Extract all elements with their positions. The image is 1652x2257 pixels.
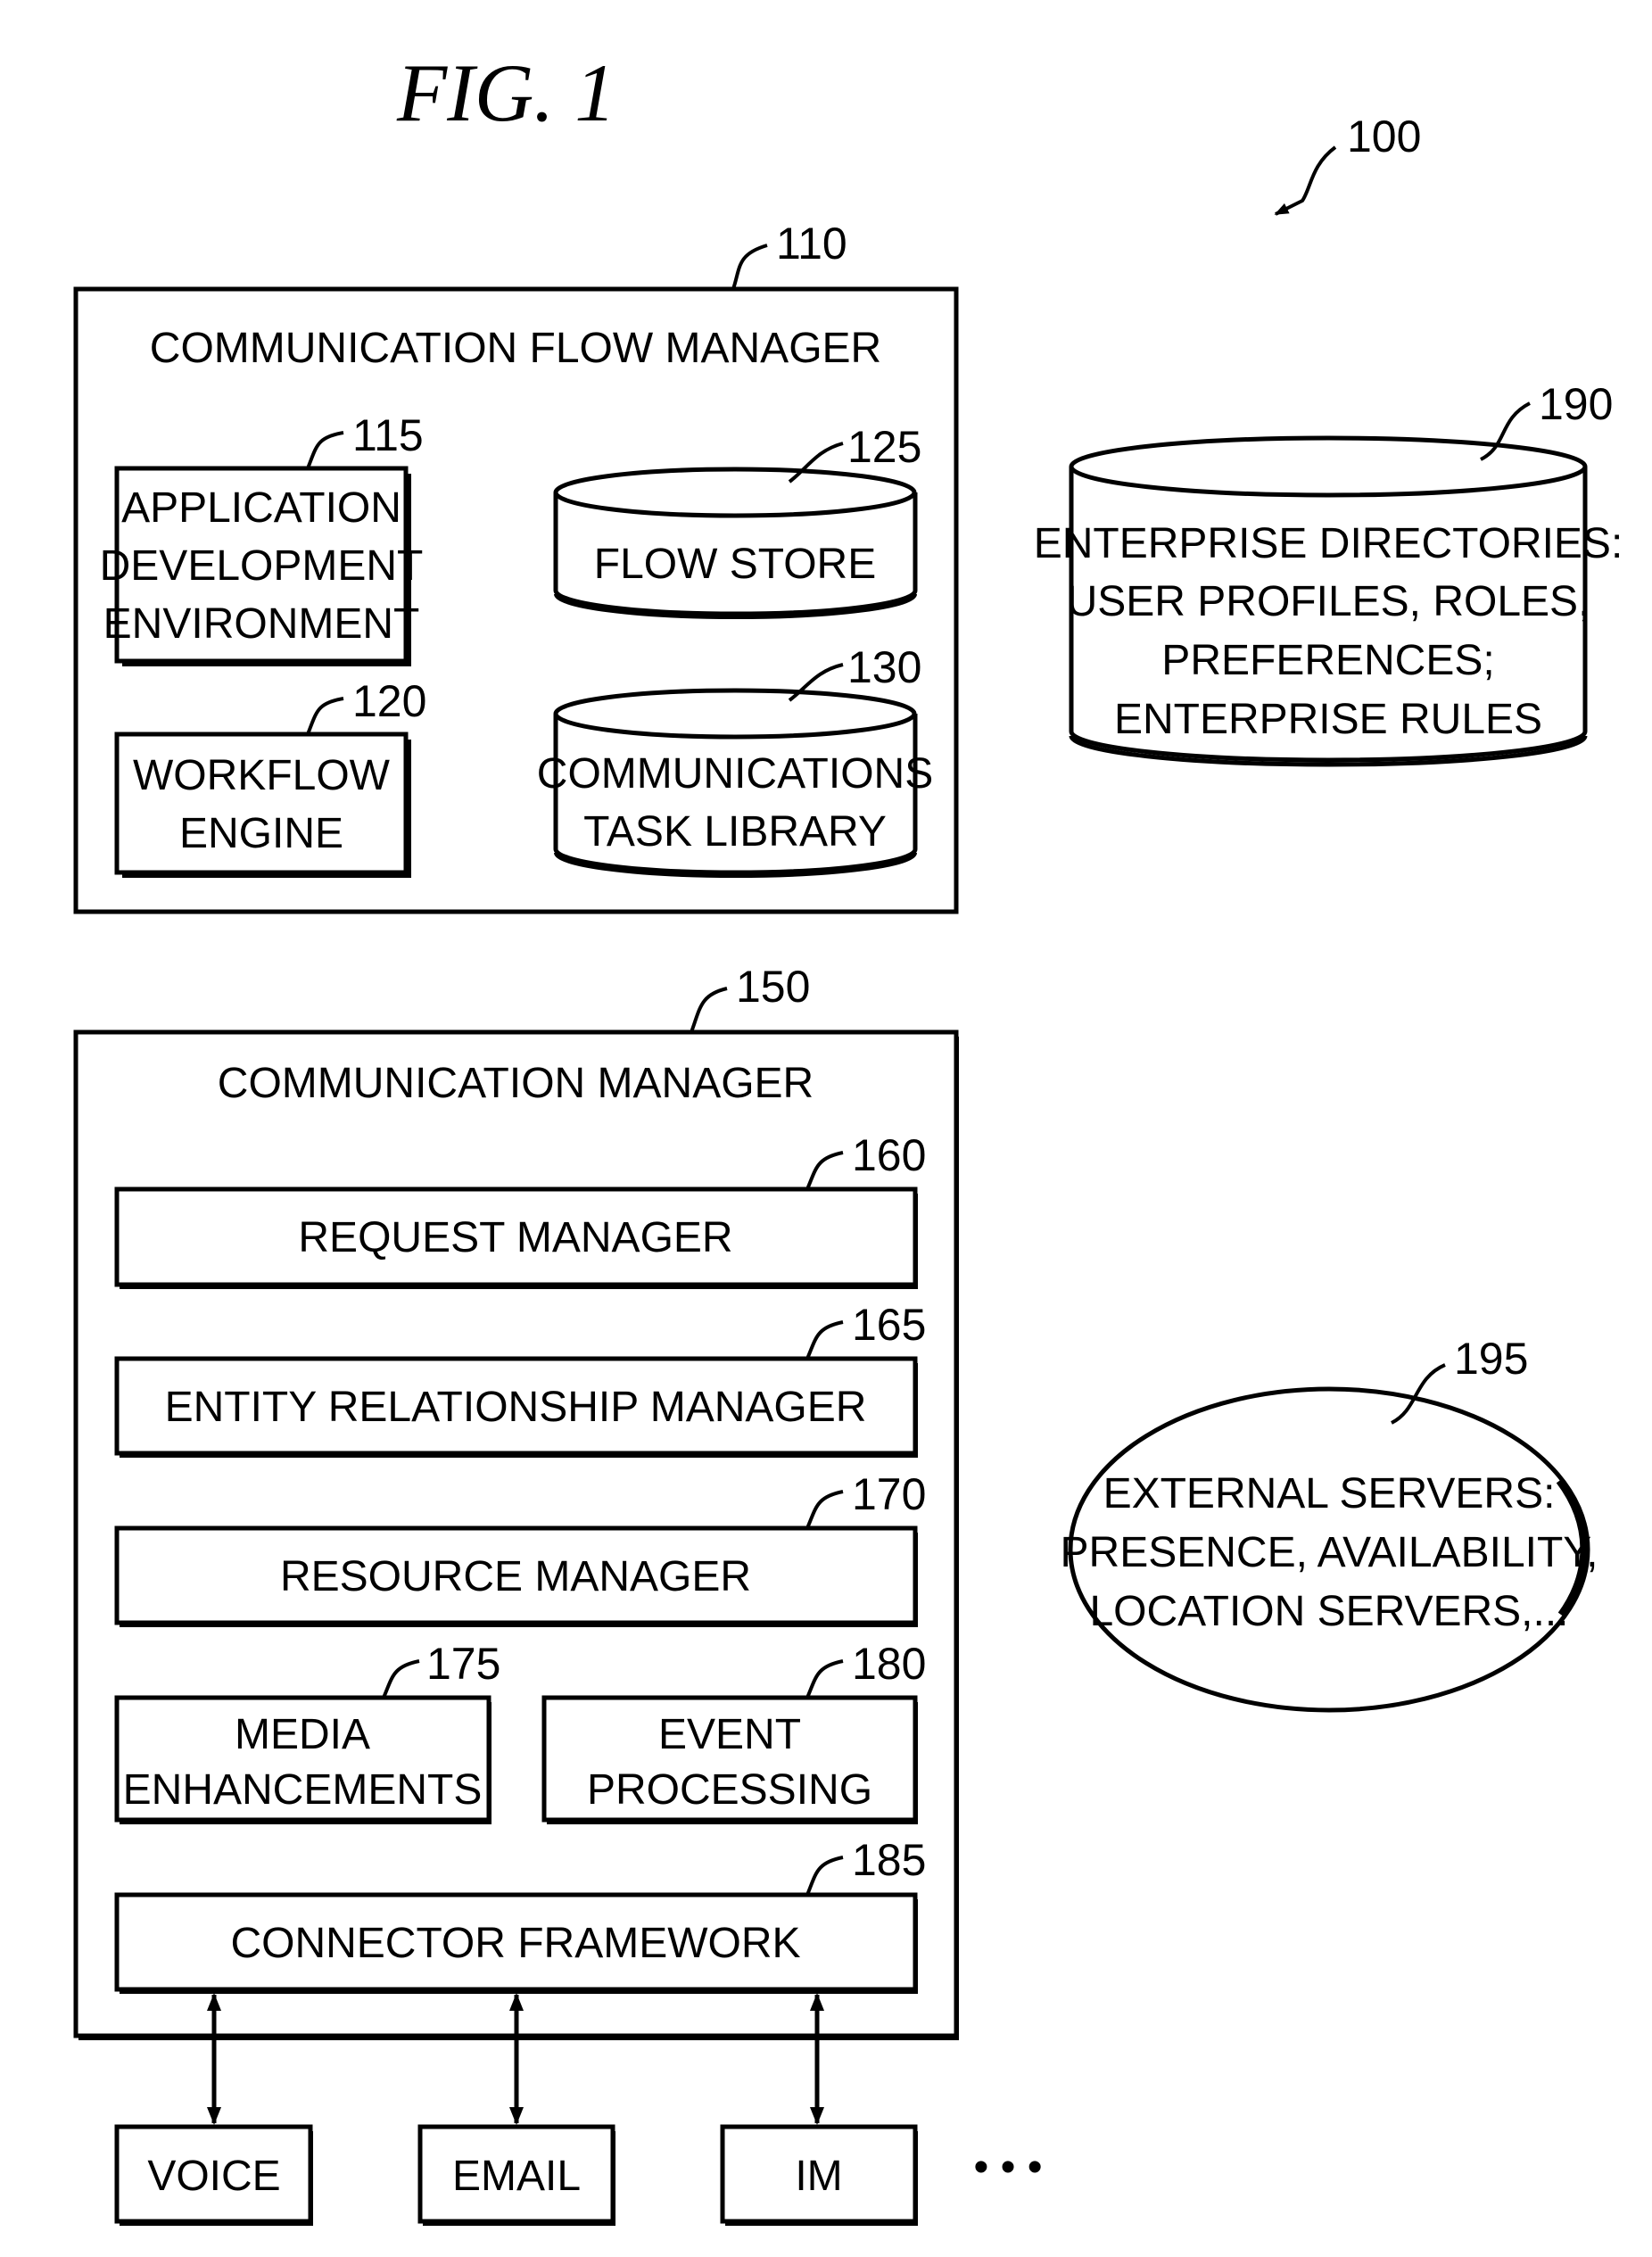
resource-manager-label: RESOURCE MANAGER <box>280 1553 751 1600</box>
task-library-line-1: COMMUNICATIONS <box>537 750 933 798</box>
ade-line-2: DEVELOPMENT <box>100 542 424 590</box>
channel-email: EMAIL <box>417 2124 615 2226</box>
directories-line-1: ENTERPRISE DIRECTORIES: <box>1034 520 1623 567</box>
request-manager-label: REQUEST MANAGER <box>298 1214 732 1261</box>
ref-115: 115 <box>352 410 424 460</box>
ref-110: 110 <box>776 219 847 269</box>
flow-manager-title: COMMUNICATION FLOW MANAGER <box>150 325 881 372</box>
ref-170: 170 <box>852 1469 926 1519</box>
ref-160: 160 <box>852 1130 926 1180</box>
external-servers: EXTERNAL SERVERS: PRESENCE, AVAILABILITY… <box>1061 1334 1598 1713</box>
directories-line-4: ENTERPRISE RULES <box>1114 696 1542 743</box>
ref-195: 195 <box>1454 1334 1528 1384</box>
external-servers-line-1: EXTERNAL SERVERS: <box>1103 1470 1556 1517</box>
ref-110-leader <box>731 244 768 290</box>
entity-relationship-manager-label: ENTITY RELATIONSHIP MANAGER <box>165 1384 867 1431</box>
ref-120: 120 <box>352 676 426 726</box>
task-library-line-2: TASK LIBRARY <box>583 808 887 856</box>
voice-label: VOICE <box>147 2153 280 2200</box>
external-servers-line-3: LOCATION SERVERS,... <box>1089 1588 1568 1635</box>
ref-100: 100 <box>1347 112 1421 161</box>
workflow-line-1: WORKFLOW <box>133 752 391 799</box>
connector-framework-label: CONNECTOR FRAMEWORK <box>230 1920 800 1967</box>
ref-185: 185 <box>852 1835 926 1885</box>
directories-line-3: PREFERENCES; <box>1161 637 1494 684</box>
media-enhancements-line-2: ENHANCEMENTS <box>123 1766 483 1814</box>
more-channels-ellipsis: • • • <box>973 2144 1042 2191</box>
patent-figure: FIG. 1 100 110 COMMUNICATION FLOW MANAGE… <box>73 47 1623 2226</box>
ref-175: 175 <box>426 1639 500 1689</box>
ref-125: 125 <box>847 422 921 472</box>
ref-190: 190 <box>1539 379 1613 429</box>
communication-manager-title: COMMUNICATION MANAGER <box>218 1060 814 1107</box>
media-enhancements-line-1: MEDIA <box>235 1711 370 1758</box>
external-servers-line-2: PRESENCE, AVAILABILITY, <box>1061 1529 1598 1576</box>
workflow-line-2: ENGINE <box>179 810 343 857</box>
ref-165: 165 <box>852 1300 926 1350</box>
channel-voice: VOICE <box>114 2124 313 2226</box>
system-reference: 100 <box>1274 112 1421 216</box>
ref-130: 130 <box>847 642 921 692</box>
communication-flow-manager: 110 COMMUNICATION FLOW MANAGER APPLICATI… <box>73 219 959 914</box>
event-processing-line-2: PROCESSING <box>587 1766 872 1814</box>
flow-store-label: FLOW STORE <box>594 541 876 588</box>
ref-100-arrow <box>1274 145 1337 216</box>
ref-150-leader <box>690 987 728 1033</box>
channel-im: IM <box>720 2124 918 2226</box>
directories-line-2: USER PROFILES, ROLES, <box>1067 578 1590 625</box>
communication-manager: 150 COMMUNICATION MANAGER REQUEST MANAGE… <box>73 962 959 2040</box>
event-processing-line-1: EVENT <box>658 1711 801 1758</box>
ref-180: 180 <box>852 1639 926 1689</box>
ade-line-1: APPLICATION <box>121 484 401 532</box>
enterprise-directories: ENTERPRISE DIRECTORIES: USER PROFILES, R… <box>1034 379 1623 767</box>
email-label: EMAIL <box>452 2153 581 2200</box>
im-label: IM <box>795 2153 842 2200</box>
figure-title: FIG. 1 <box>396 47 615 138</box>
ref-150: 150 <box>736 962 810 1012</box>
ade-line-3: ENVIRONMENT <box>103 600 420 648</box>
